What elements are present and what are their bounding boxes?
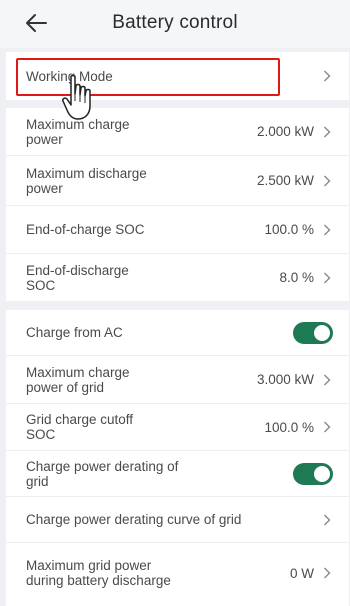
derating-curve-label: Charge power derating curve of grid: [26, 512, 242, 527]
grid-charge-cutoff-row[interactable]: Grid charge cutoff SOC 100.0 %: [6, 404, 349, 451]
max-discharge-power-label: Maximum discharge power: [26, 165, 147, 196]
charge-power-derating-label: Charge power derating of grid: [26, 458, 179, 489]
chevron-right-icon: [324, 514, 331, 525]
grid-charge-cutoff-value: 100.0 %: [264, 419, 314, 435]
end-of-charge-soc-label: End-of-charge SOC: [26, 222, 145, 237]
toggle-knob: [314, 324, 330, 341]
app-header: Battery control: [0, 0, 350, 48]
max-charge-power-grid-label: Maximum charge power of grid: [26, 364, 130, 395]
chevron-right-icon: [324, 224, 331, 235]
chevron-right-icon: [324, 126, 331, 137]
working-mode-highlight-box: [16, 58, 280, 96]
max-charge-power-value: 2.000 kW: [256, 124, 314, 139]
charge-power-derating-toggle[interactable]: [293, 462, 333, 485]
max-charge-power-grid-value: 3.000 kW: [256, 372, 314, 387]
grid-charge-cutoff-label: Grid charge cutoff SOC: [26, 412, 134, 442]
end-of-charge-soc-value: 100.0 %: [264, 222, 314, 237]
max-grid-power-discharge-label: Maximum grid power during battery discha…: [26, 558, 171, 588]
end-of-discharge-soc-label: End-of-discharge SOC: [26, 262, 129, 293]
toggle-knob: [314, 465, 330, 482]
chevron-right-icon: [324, 175, 331, 186]
max-discharge-power-value: 2.500 kW: [256, 173, 314, 188]
charge-from-ac-row: Charge from AC: [6, 310, 349, 356]
max-discharge-power-row[interactable]: Maximum discharge power 2.500 kW: [6, 156, 349, 206]
chevron-right-icon: [324, 272, 331, 283]
page-title: Battery control: [112, 12, 238, 33]
end-of-discharge-soc-value: 8.0 %: [279, 270, 314, 285]
max-grid-power-discharge-value: 0 W: [289, 565, 314, 581]
max-charge-power-row[interactable]: Maximum charge power 2.000 kW: [6, 108, 349, 156]
pointing-hand-icon: [62, 74, 91, 120]
chevron-right-icon: [324, 421, 331, 433]
chevron-right-icon: [324, 374, 331, 385]
max-grid-power-discharge-row[interactable]: Maximum grid power during battery discha…: [6, 543, 349, 603]
charge-from-ac-label: Charge from AC: [26, 325, 123, 340]
chevron-right-icon: [324, 70, 331, 82]
chevron-right-icon: [324, 567, 331, 579]
end-of-charge-soc-row[interactable]: End-of-charge SOC 100.0 %: [6, 206, 349, 254]
max-charge-power-grid-row[interactable]: Maximum charge power of grid 3.000 kW: [6, 356, 349, 404]
derating-curve-row[interactable]: Charge power derating curve of grid: [6, 497, 349, 543]
grid-charge-card: Charge from AC Maximum charge power of g…: [6, 310, 349, 606]
battery-limits-card: Maximum charge power 2.000 kW Maximum di…: [6, 108, 349, 301]
charge-power-derating-row: Charge power derating of grid: [6, 451, 349, 497]
end-of-discharge-soc-row[interactable]: End-of-discharge SOC 8.0 %: [6, 254, 349, 301]
charge-from-ac-toggle[interactable]: [293, 321, 333, 344]
